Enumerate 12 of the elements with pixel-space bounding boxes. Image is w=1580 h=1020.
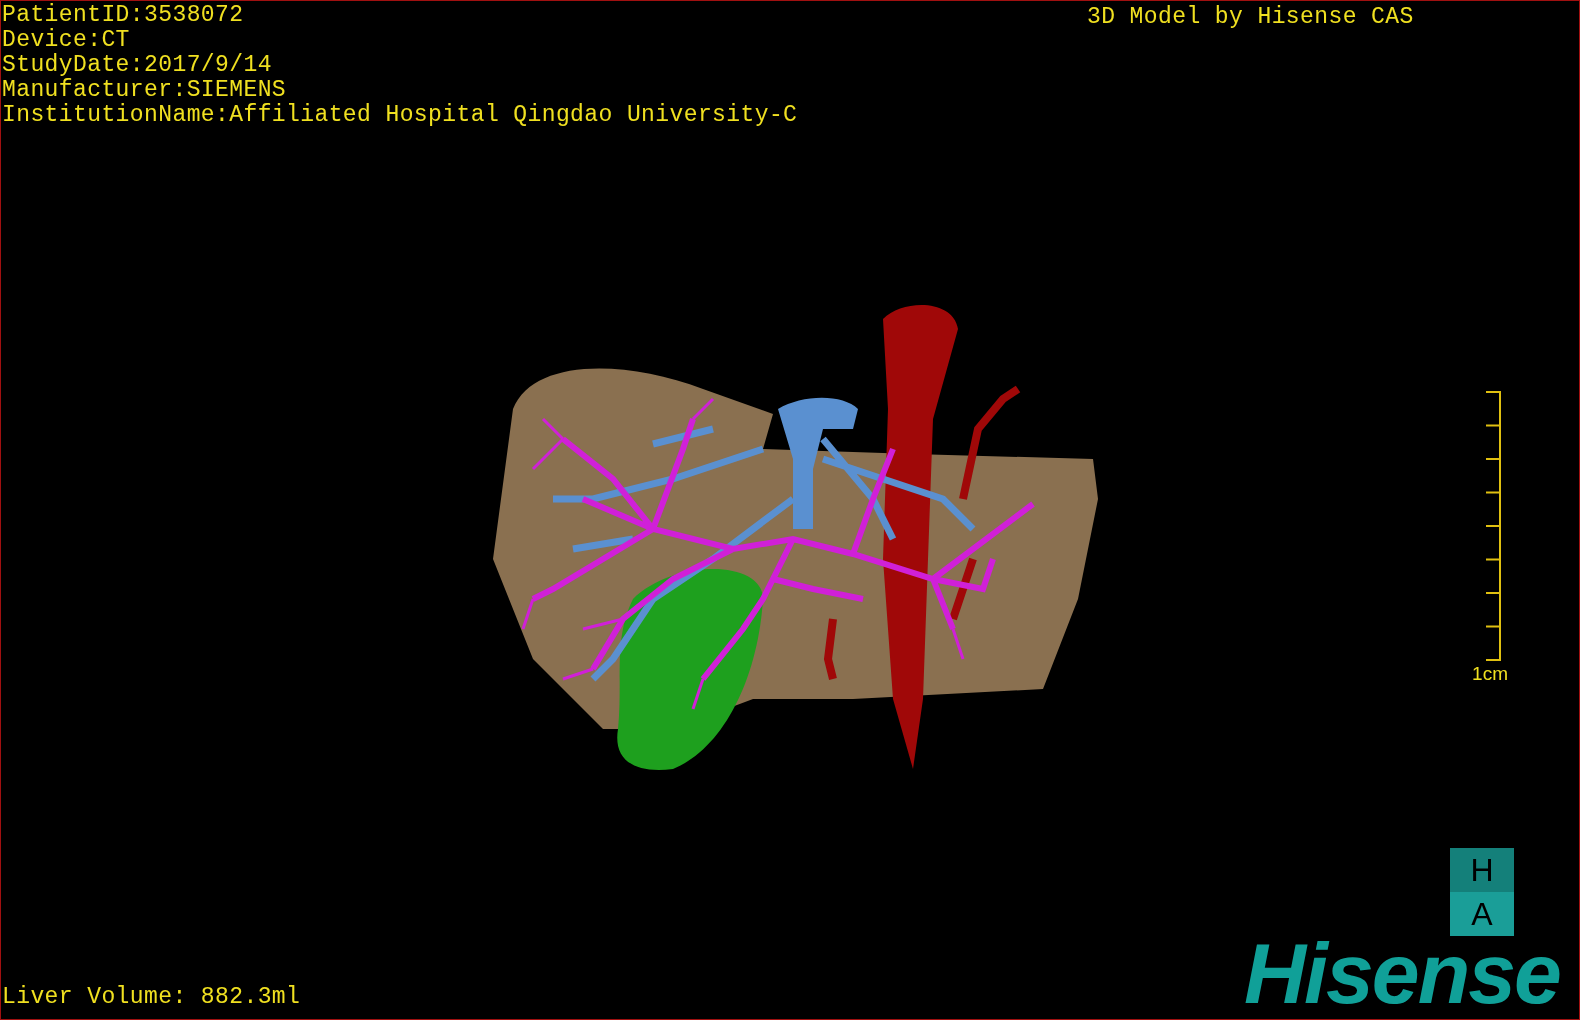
patient-info-text: Manufacturer:SIEMENS <box>2 78 288 103</box>
liver-volume-text: Liver Volume: 882.3ml <box>2 985 301 1010</box>
patient-info-text: StudyDate:2017/9/14 <box>2 53 273 78</box>
model-credit-text: 3D Model by Hisense CAS <box>1087 5 1414 30</box>
scale-label: 1cm <box>1472 663 1508 685</box>
patient-info-text: Device:CT <box>2 28 131 53</box>
orientation-face: H <box>1450 848 1514 892</box>
patient-info-text: PatientID:3538072 <box>2 3 245 28</box>
orientation-face: A <box>1450 892 1514 936</box>
orientation-cube[interactable]: H A <box>1450 848 1514 936</box>
render-viewport[interactable]: PatientID:3538072 Device:CT StudyDate:2017/9/14 Manufacturer:SIEMENS InstitutionName:Affiliated Hospital Qingdao University-C 3D Model by Hisense CAS Liver Volume: 882.3ml 1cm H A Hisense <box>0 0 1580 1020</box>
patient-info-text: InstitutionName:Affiliated Hospital Qingdao University-C <box>2 103 798 128</box>
